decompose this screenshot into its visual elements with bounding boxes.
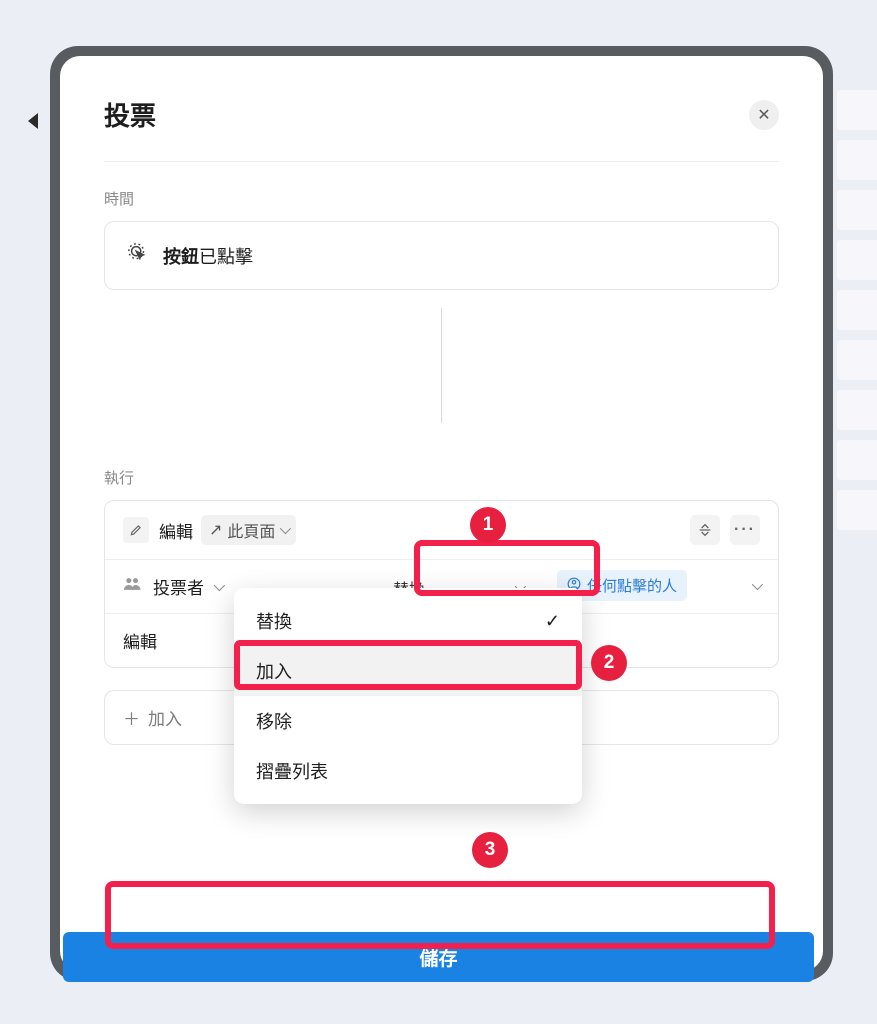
menu-item-replace[interactable]: 替換 ✓: [234, 596, 582, 646]
modal: 投票 ✕ 時間 按鈕已點擊 執行: [60, 56, 823, 971]
trigger-bold: 按鈕: [163, 247, 199, 267]
menu-item-label: 加入: [256, 658, 292, 684]
section-action-label: 執行: [104, 467, 779, 488]
menu-item-add[interactable]: 加入: [234, 646, 582, 696]
arrow-up-right-icon: ↗: [209, 520, 222, 540]
collapse-icon-button[interactable]: [690, 515, 720, 545]
background-decoration: [837, 90, 877, 990]
more-button[interactable]: ···: [730, 515, 760, 545]
person-chip-label: 任何點擊的人: [587, 575, 677, 596]
voter-label: 投票者: [153, 574, 204, 599]
page-chip-label: 此頁面: [227, 518, 275, 542]
close-icon: ✕: [757, 105, 770, 125]
save-button[interactable]: 儲存: [63, 932, 814, 982]
menu-item-label: 替換: [256, 608, 292, 634]
annotation-badge-2: 2: [591, 645, 627, 681]
plus-icon: ＋: [123, 705, 140, 730]
menu-item-label: 移除: [256, 708, 292, 734]
modal-header: 投票 ✕: [104, 96, 779, 162]
annotation-badge-1: 1: [470, 507, 506, 543]
modal-frame: 投票 ✕ 時間 按鈕已點擊 執行: [50, 46, 833, 981]
pencil-icon: [123, 517, 149, 543]
action-head-text: 編輯 ↗ 此頁面: [159, 515, 296, 545]
check-icon: ✓: [545, 611, 560, 632]
trigger-text: 按鈕已點擊: [163, 243, 253, 269]
click-cursor-icon: [127, 242, 149, 269]
chevron-down-icon[interactable]: [752, 579, 763, 590]
close-button[interactable]: ✕: [749, 100, 779, 130]
action-head-actions: ···: [690, 515, 760, 545]
chevron-down-icon: [280, 523, 291, 534]
more-icon: ···: [734, 521, 756, 539]
section-time-label: 時間: [104, 188, 779, 209]
edit-row-label: 編輯: [123, 628, 157, 653]
chevron-down-icon[interactable]: [214, 579, 225, 590]
operation-dropdown: 替換 ✓ 加入 移除 摺疊列表: [234, 588, 582, 804]
modal-title: 投票: [104, 96, 156, 133]
add-action-label: 加入: [148, 705, 182, 730]
trigger-box[interactable]: 按鈕已點擊: [104, 221, 779, 290]
save-button-label: 儲存: [419, 944, 457, 971]
menu-item-collapse-list[interactable]: 摺疊列表: [234, 746, 582, 796]
annotation-badge-3: 3: [472, 832, 508, 868]
action-card-header: 編輯 ↗ 此頁面 ···: [105, 501, 778, 560]
flow-connector: [441, 308, 442, 423]
action-edit-label: 編輯: [159, 518, 193, 543]
page-chip[interactable]: ↗ 此頁面: [201, 515, 296, 545]
trigger-rest: 已點擊: [199, 247, 253, 267]
menu-item-label: 摺疊列表: [256, 758, 328, 784]
chevron-left-icon: [28, 113, 38, 129]
menu-item-remove[interactable]: 移除: [234, 696, 582, 746]
people-icon: [123, 577, 143, 596]
